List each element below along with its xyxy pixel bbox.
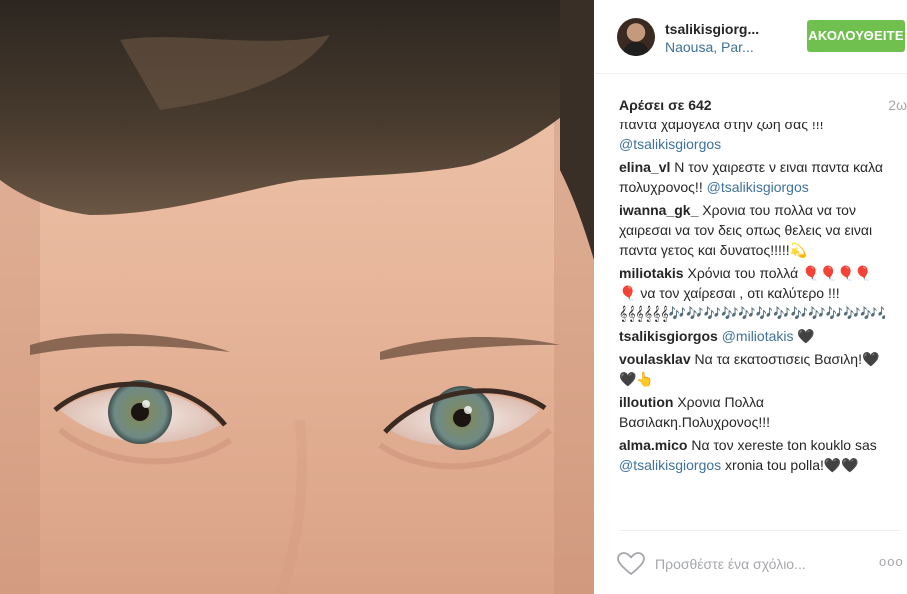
comment-item: illoution Χρονια Πολλα Βασιλακη.Πολυχρον… [619,392,885,432]
comment-author[interactable]: voulasklav [619,351,691,367]
comment-text: παντα χαμόγελα στην ζωή σας !!! [619,122,824,132]
avatar[interactable] [617,18,655,56]
comment-author[interactable]: alma.mico [619,437,687,453]
comment-mention[interactable]: @miliotakis [722,328,794,344]
comment-text: Να τον xereste ton kouklo sas [687,437,877,453]
post-photo[interactable] [0,0,594,594]
comment-text-tail: 🖤 [793,328,815,344]
comment-author[interactable]: iwanna_gk_ [619,202,698,218]
post-photo-image [0,0,594,594]
post-age[interactable]: 2ω [888,97,907,113]
comment-item: παντα χαμόγελα στην ζωή σας !!! @tsaliki… [619,122,885,154]
comments-list[interactable]: παντα χαμόγελα στην ζωή σας !!! @tsaliki… [619,122,885,518]
location-link[interactable]: Naousa, Par... [665,39,754,55]
divider [619,530,901,531]
comment-item: iwanna_gk_ Χρονια του πολλα να τον χαιρε… [619,200,885,260]
post-header: tsalikisgiorg... Naousa, Par... ΑΚΟΛΟΥΘΕ… [595,0,907,74]
comment-item: voulasklav Να τα εκατοστισεις Βασιλη!🖤🖤👆 [619,349,885,389]
comment-item: elina_vl Ν τον χαιρεστε ν ειναι παντα κα… [619,157,885,197]
comment-author[interactable]: illoution [619,394,673,410]
comment-item: tsalikisgiorgos @miliotakis 🖤 [619,326,885,346]
comment-mention[interactable]: @tsalikisgiorgos [619,136,721,152]
comment-author[interactable]: miliotakis [619,265,684,281]
comment-mention[interactable]: @tsalikisgiorgos [707,179,809,195]
likes-count[interactable]: Αρέσει σε 642 [619,97,712,113]
comment-item: alma.mico Να τον xereste ton kouklo sas … [619,435,885,475]
more-options-icon[interactable]: ooo [879,554,905,574]
post-details-panel: tsalikisgiorg... Naousa, Par... ΑΚΟΛΟΥΘΕ… [595,0,907,594]
comment-mention[interactable]: @tsalikisgiorgos [619,457,721,473]
comment-input[interactable] [655,554,860,574]
comment-text-tail: xronia tou polla!🖤🖤 [721,457,859,473]
follow-button[interactable]: ΑΚΟΛΟΥΘΕΙΤΕ [807,20,905,52]
comment-author[interactable]: tsalikisgiorgos [619,328,718,344]
comment-item: miliotakis Χρόνια του πολλά 🎈🎈🎈🎈🎈 να τον… [619,263,885,323]
username-link[interactable]: tsalikisgiorg... [665,21,759,37]
heart-outline-icon[interactable] [617,552,645,576]
comment-author[interactable]: elina_vl [619,159,670,175]
